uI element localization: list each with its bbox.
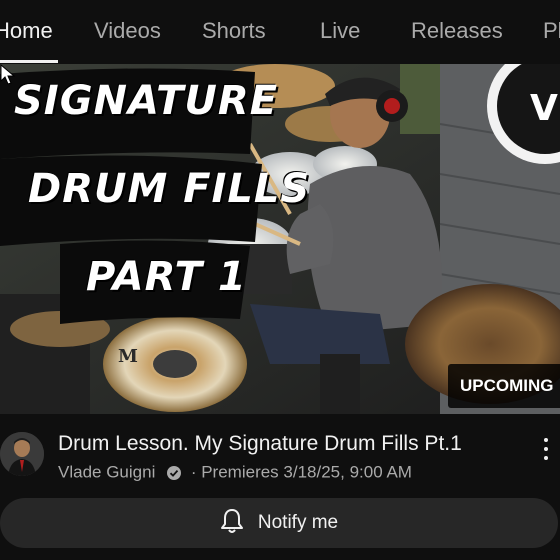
- channel-avatar[interactable]: [0, 432, 44, 476]
- tab-live[interactable]: Live: [320, 0, 360, 64]
- more-vert-icon[interactable]: [536, 434, 556, 464]
- tab-home[interactable]: Home: [0, 0, 53, 64]
- channel-tabs: Home Videos Shorts Live Releases Pl: [0, 0, 560, 64]
- bell-icon: [220, 508, 243, 533]
- thumbnail-title-line-2: DRUM FILLS: [28, 166, 311, 212]
- upcoming-badge: UPCOMING: [448, 364, 560, 408]
- tab-releases[interactable]: Releases: [411, 0, 503, 64]
- tab-videos[interactable]: Videos: [94, 0, 161, 64]
- avatar-image: [0, 432, 44, 476]
- metadata-separator: ·: [190, 462, 197, 482]
- thumbnail-title-line-1: SIGNATURE: [14, 78, 279, 124]
- tab-shorts[interactable]: Shorts: [202, 0, 266, 64]
- thumbnail-title-overlay: SIGNATURE DRUM FILLS PART 1: [0, 64, 309, 414]
- mouse-cursor-icon: [0, 64, 16, 85]
- notify-me-content: Notify me: [0, 498, 558, 548]
- verified-badge-icon: [167, 465, 182, 480]
- video-title[interactable]: Drum Lesson. My Signature Drum Fills Pt.…: [58, 432, 528, 456]
- video-metadata: Vlade Guigni · Premieres 3/18/25, 9:00 A…: [58, 462, 412, 483]
- notify-me-label: Notify me: [257, 512, 339, 533]
- svg-text:V: V: [530, 88, 558, 129]
- channel-name[interactable]: Vlade Guigni: [58, 463, 155, 482]
- thumbnail-title-line-3: PART 1: [86, 254, 247, 300]
- notify-me-button[interactable]: Notify me: [0, 498, 558, 548]
- premiere-time: Premieres 3/18/25, 9:00 AM: [201, 462, 412, 482]
- video-thumbnail[interactable]: V M SIGNATURE DRUM FILLS PART 1 UPCOMING: [0, 64, 560, 414]
- tab-playlists[interactable]: Pl: [543, 0, 560, 64]
- active-tab-indicator: [0, 60, 58, 63]
